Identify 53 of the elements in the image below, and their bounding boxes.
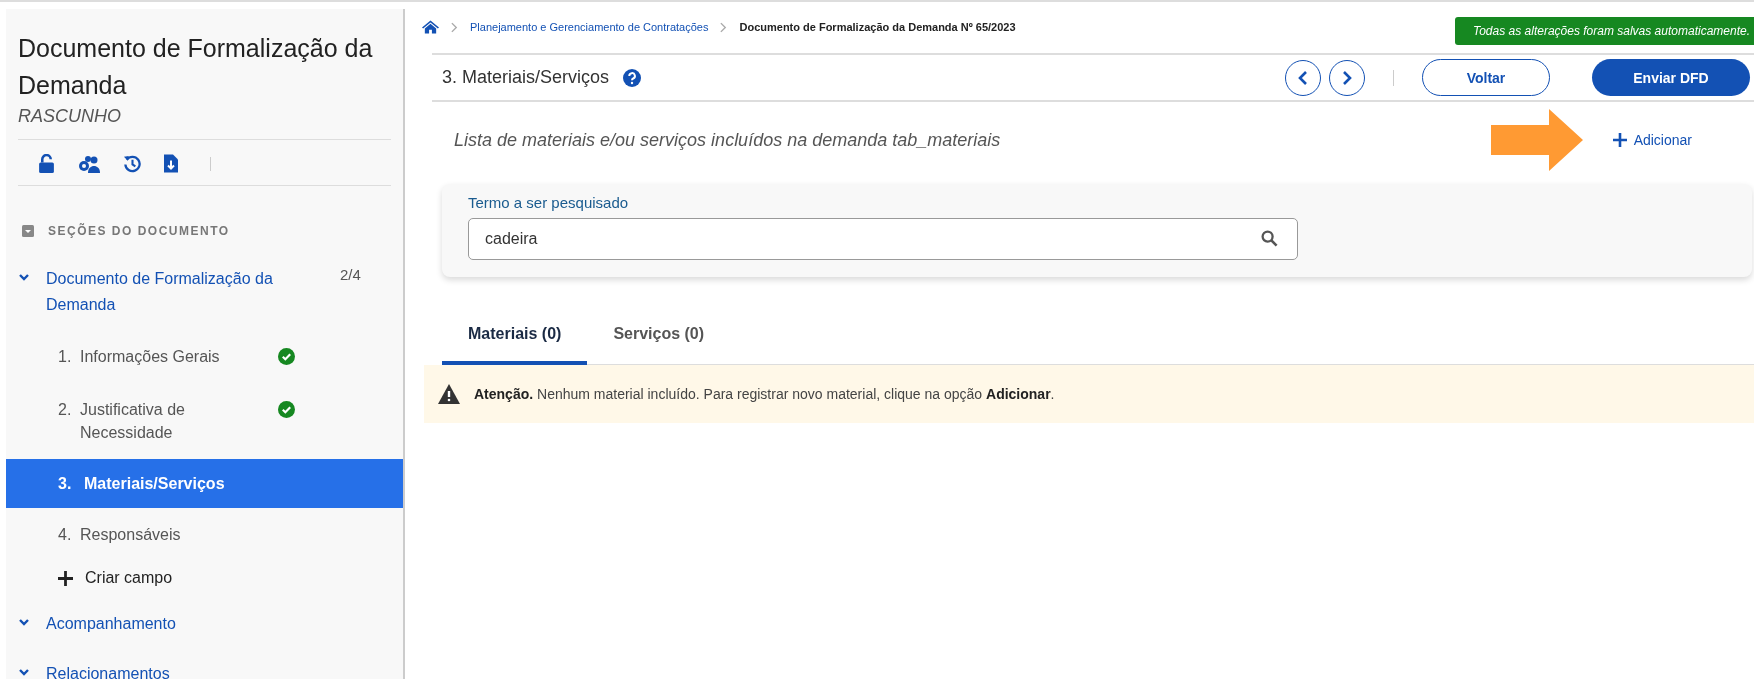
chevron-right-icon [451, 21, 458, 33]
item-number: 2. [58, 400, 72, 420]
unlock-icon[interactable] [38, 154, 55, 173]
breadcrumb-current: Documento de Formalização da Demanda Nº 65/2023 [739, 21, 1016, 33]
item-number: 1. [58, 347, 72, 367]
chevron-right-icon [720, 21, 728, 33]
next-button[interactable] [1329, 59, 1365, 96]
search-field[interactable]: cadeira [468, 218, 1298, 260]
back-button[interactable]: Voltar [1422, 59, 1550, 96]
tree-item[interactable]: Relacionamentos [46, 661, 306, 679]
item-label: Informações Gerais [80, 347, 221, 367]
field-label: Termo a ser pesquisado [468, 194, 630, 211]
chevron-left-icon [1298, 69, 1308, 86]
breadcrumb-link[interactable]: Planejamento e Gerenciamento de Contratações [470, 21, 709, 33]
alert-message: Atenção. Nenhum material incluído. Para registrar novo material, clique na opção Adicionar. [474, 386, 1055, 402]
home-icon[interactable] [422, 20, 439, 34]
item-label: Responsáveis [80, 525, 182, 545]
collapse-icon[interactable] [22, 225, 34, 237]
section-item[interactable]: 4. Responsáveis [6, 508, 403, 561]
previous-button[interactable] [1285, 59, 1321, 96]
tree-item[interactable]: Acompanhamento [46, 611, 306, 637]
add-link[interactable]: Adicionar [1612, 132, 1692, 148]
item-number: 3. [58, 474, 72, 494]
status-label: RASCUNHO [18, 104, 391, 140]
autosave-notice: Todas as alterações foram salvas automaticamente. [1454, 17, 1754, 45]
section-item[interactable]: 1. Informações Gerais [6, 330, 403, 383]
page-title: 3. Materiais/Serviços [442, 67, 610, 88]
chevron-right-icon [1342, 69, 1352, 86]
create-field-link[interactable]: Criar campo [85, 569, 173, 587]
tree-item[interactable]: Documento de Formalização da Demanda [46, 266, 306, 318]
section-header: SEÇÕES DO DOCUMENTO [48, 224, 230, 238]
item-number: 4. [58, 525, 72, 545]
users-icon[interactable] [77, 154, 101, 173]
plus-icon [1612, 133, 1627, 147]
chevron-down-icon[interactable] [18, 666, 30, 678]
search-icon[interactable] [1261, 230, 1278, 247]
file-download-icon[interactable] [164, 154, 178, 173]
submit-button[interactable]: Enviar DFD [1592, 59, 1750, 96]
progress-count: 2/4 [340, 266, 361, 283]
tab[interactable]: Serviços (0) [587, 311, 731, 365]
history-icon[interactable] [123, 154, 142, 173]
item-label: Justificativa de Necessidade [80, 400, 186, 443]
chevron-down-icon[interactable] [18, 616, 30, 628]
arrow-right-icon [1490, 109, 1583, 171]
chevron-down-icon[interactable] [18, 271, 30, 283]
warning-icon [438, 384, 460, 404]
section-item[interactable]: 2. Justificativa de Necessidade [6, 383, 403, 459]
item-label: Materiais/Serviços [84, 474, 226, 494]
plus-icon[interactable] [58, 570, 73, 586]
section-item[interactable]: 3. Materiais/Serviços [6, 459, 403, 508]
help-icon[interactable] [623, 68, 642, 87]
description-text: Lista de materiais e/ou serviços incluídos na demanda tab_materiais [453, 129, 1001, 151]
document-title: Documento de Formalização da Demanda [17, 33, 374, 101]
